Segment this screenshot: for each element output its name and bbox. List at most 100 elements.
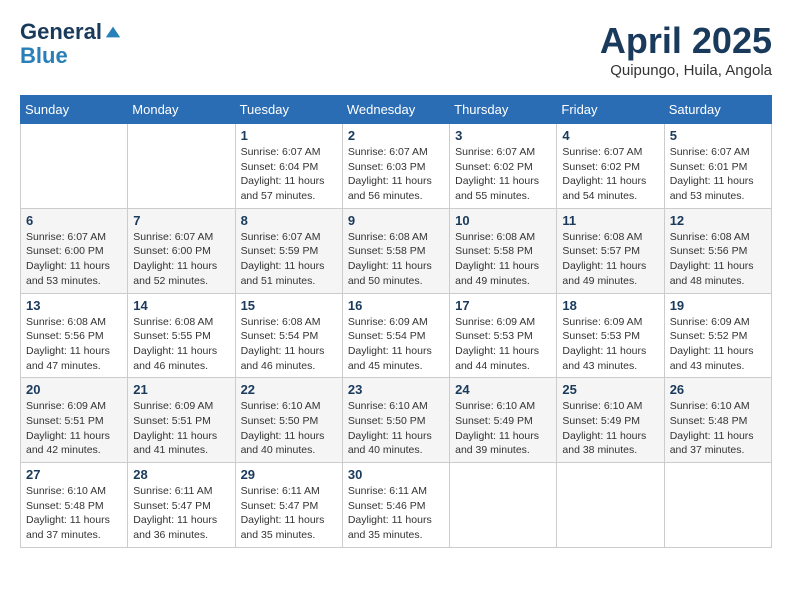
calendar-cell [21,124,128,209]
day-info: Sunrise: 6:09 AMSunset: 5:54 PMDaylight:… [348,315,444,374]
day-number: 25 [562,382,658,397]
day-info: Sunrise: 6:07 AMSunset: 6:04 PMDaylight:… [241,145,337,204]
day-number: 2 [348,128,444,143]
day-number: 29 [241,467,337,482]
calendar-cell: 30Sunrise: 6:11 AMSunset: 5:46 PMDayligh… [342,463,449,548]
calendar-cell: 6Sunrise: 6:07 AMSunset: 6:00 PMDaylight… [21,208,128,293]
day-number: 8 [241,213,337,228]
day-info: Sunrise: 6:09 AMSunset: 5:51 PMDaylight:… [133,399,229,458]
day-info: Sunrise: 6:09 AMSunset: 5:51 PMDaylight:… [26,399,122,458]
day-info: Sunrise: 6:09 AMSunset: 5:53 PMDaylight:… [455,315,551,374]
logo-blue: Blue [20,44,122,68]
day-info: Sunrise: 6:08 AMSunset: 5:58 PMDaylight:… [455,230,551,289]
calendar-cell: 3 Sunrise: 6:07 AMSunset: 6:02 PMDaylight… [450,124,557,209]
day-number: 22 [241,382,337,397]
calendar-cell: 7 Sunrise: 6:07 AMSunset: 6:00 PMDaylight… [128,208,235,293]
calendar-cell: 16 Sunrise: 6:09 AMSunset: 5:54 PMDayligh… [342,293,449,378]
calendar-cell: 26 Sunrise: 6:10 AMSunset: 5:48 PMDayligh… [664,378,771,463]
day-number: 12 [670,213,766,228]
day-number: 7 [133,213,229,228]
day-info: Sunrise: 6:08 AMSunset: 5:58 PMDaylight:… [348,230,444,289]
calendar-cell: 27 Sunrise: 6:10 AMSunset: 5:48 PMDayligh… [21,463,128,548]
calendar-cell: 19 Sunrise: 6:09 AMSunset: 5:52 PMDayligh… [664,293,771,378]
day-info: Sunrise: 6:07 AMSunset: 5:59 PMDaylight:… [241,230,337,289]
calendar-cell: 17 Sunrise: 6:09 AMSunset: 5:53 PMDayligh… [450,293,557,378]
day-number: 27 [26,467,122,482]
calendar-cell: 20 Sunrise: 6:09 AMSunset: 5:51 PMDayligh… [21,378,128,463]
day-info: Sunrise: 6:08 AMSunset: 5:56 PMDaylight:… [670,230,766,289]
week-row-1: 1 Sunrise: 6:07 AMSunset: 6:04 PMDaylight… [21,124,772,209]
calendar-cell: 23Sunrise: 6:10 AMSunset: 5:50 PMDayligh… [342,378,449,463]
day-number: 13 [26,298,122,313]
calendar-cell: 15 Sunrise: 6:08 AMSunset: 5:54 PMDayligh… [235,293,342,378]
calendar-body: 1 Sunrise: 6:07 AMSunset: 6:04 PMDaylight… [21,124,772,548]
calendar-cell: 8 Sunrise: 6:07 AMSunset: 5:59 PMDaylight… [235,208,342,293]
day-number: 17 [455,298,551,313]
day-info: Sunrise: 6:10 AMSunset: 5:50 PMDaylight:… [241,399,337,458]
day-number: 3 [455,128,551,143]
weekday-header-row: SundayMondayTuesdayWednesdayThursdayFrid… [21,96,772,124]
week-row-4: 20 Sunrise: 6:09 AMSunset: 5:51 PMDayligh… [21,378,772,463]
weekday-friday: Friday [557,96,664,124]
calendar-cell: 11Sunrise: 6:08 AMSunset: 5:57 PMDayligh… [557,208,664,293]
day-number: 10 [455,213,551,228]
calendar-cell: 14Sunrise: 6:08 AMSunset: 5:55 PMDayligh… [128,293,235,378]
day-info: Sunrise: 6:11 AMSunset: 5:47 PMDaylight:… [133,484,229,543]
week-row-5: 27 Sunrise: 6:10 AMSunset: 5:48 PMDayligh… [21,463,772,548]
day-number: 16 [348,298,444,313]
day-info: Sunrise: 6:10 AMSunset: 5:48 PMDaylight:… [670,399,766,458]
day-number: 15 [241,298,337,313]
day-info: Sunrise: 6:11 AMSunset: 5:47 PMDaylight:… [241,484,337,543]
logo-icon [104,23,122,41]
calendar-cell: 10 Sunrise: 6:08 AMSunset: 5:58 PMDayligh… [450,208,557,293]
day-number: 6 [26,213,122,228]
day-info: Sunrise: 6:08 AMSunset: 5:57 PMDaylight:… [562,230,658,289]
day-number: 28 [133,467,229,482]
day-number: 20 [26,382,122,397]
day-info: Sunrise: 6:10 AMSunset: 5:48 PMDaylight:… [26,484,122,543]
day-number: 21 [133,382,229,397]
calendar-cell: 21 Sunrise: 6:09 AMSunset: 5:51 PMDayligh… [128,378,235,463]
calendar-cell: 24Sunrise: 6:10 AMSunset: 5:49 PMDayligh… [450,378,557,463]
day-info: Sunrise: 6:07 AMSunset: 6:02 PMDaylight:… [562,145,658,204]
title-section: April 2025 Quipungo, Huila, Angola [600,20,772,79]
day-number: 4 [562,128,658,143]
calendar-cell [664,463,771,548]
day-number: 26 [670,382,766,397]
day-info: Sunrise: 6:07 AMSunset: 6:03 PMDaylight:… [348,145,444,204]
day-info: Sunrise: 6:08 AMSunset: 5:56 PMDaylight:… [26,315,122,374]
month-title: April 2025 [600,20,772,62]
calendar-cell: 29 Sunrise: 6:11 AMSunset: 5:47 PMDayligh… [235,463,342,548]
day-number: 19 [670,298,766,313]
logo-general: General [20,20,102,44]
calendar-cell: 13 Sunrise: 6:08 AMSunset: 5:56 PMDayligh… [21,293,128,378]
day-info: Sunrise: 6:08 AMSunset: 5:55 PMDaylight:… [133,315,229,374]
day-info: Sunrise: 6:07 AMSunset: 6:00 PMDaylight:… [133,230,229,289]
calendar-cell: 2 Sunrise: 6:07 AMSunset: 6:03 PMDaylight… [342,124,449,209]
day-number: 18 [562,298,658,313]
calendar-cell: 9 Sunrise: 6:08 AMSunset: 5:58 PMDaylight… [342,208,449,293]
day-info: Sunrise: 6:08 AMSunset: 5:54 PMDaylight:… [241,315,337,374]
day-info: Sunrise: 6:09 AMSunset: 5:52 PMDaylight:… [670,315,766,374]
day-number: 9 [348,213,444,228]
location-subtitle: Quipungo, Huila, Angola [600,62,772,79]
day-number: 1 [241,128,337,143]
calendar-cell: 28 Sunrise: 6:11 AMSunset: 5:47 PMDayligh… [128,463,235,548]
calendar-cell: 25Sunrise: 6:10 AMSunset: 5:49 PMDayligh… [557,378,664,463]
weekday-saturday: Saturday [664,96,771,124]
weekday-monday: Monday [128,96,235,124]
calendar-cell: 4 Sunrise: 6:07 AMSunset: 6:02 PMDaylight… [557,124,664,209]
day-info: Sunrise: 6:07 AMSunset: 6:02 PMDaylight:… [455,145,551,204]
day-number: 5 [670,128,766,143]
weekday-thursday: Thursday [450,96,557,124]
calendar-table: SundayMondayTuesdayWednesdayThursdayFrid… [20,95,772,548]
day-info: Sunrise: 6:10 AMSunset: 5:50 PMDaylight:… [348,399,444,458]
day-number: 24 [455,382,551,397]
calendar-cell: 18 Sunrise: 6:09 AMSunset: 5:53 PMDayligh… [557,293,664,378]
weekday-wednesday: Wednesday [342,96,449,124]
header: General Blue April 2025 Quipungo, Huila,… [20,20,772,79]
day-info: Sunrise: 6:09 AMSunset: 5:53 PMDaylight:… [562,315,658,374]
day-info: Sunrise: 6:11 AMSunset: 5:46 PMDaylight:… [348,484,444,543]
calendar-cell [128,124,235,209]
calendar-cell: 22 Sunrise: 6:10 AMSunset: 5:50 PMDayligh… [235,378,342,463]
